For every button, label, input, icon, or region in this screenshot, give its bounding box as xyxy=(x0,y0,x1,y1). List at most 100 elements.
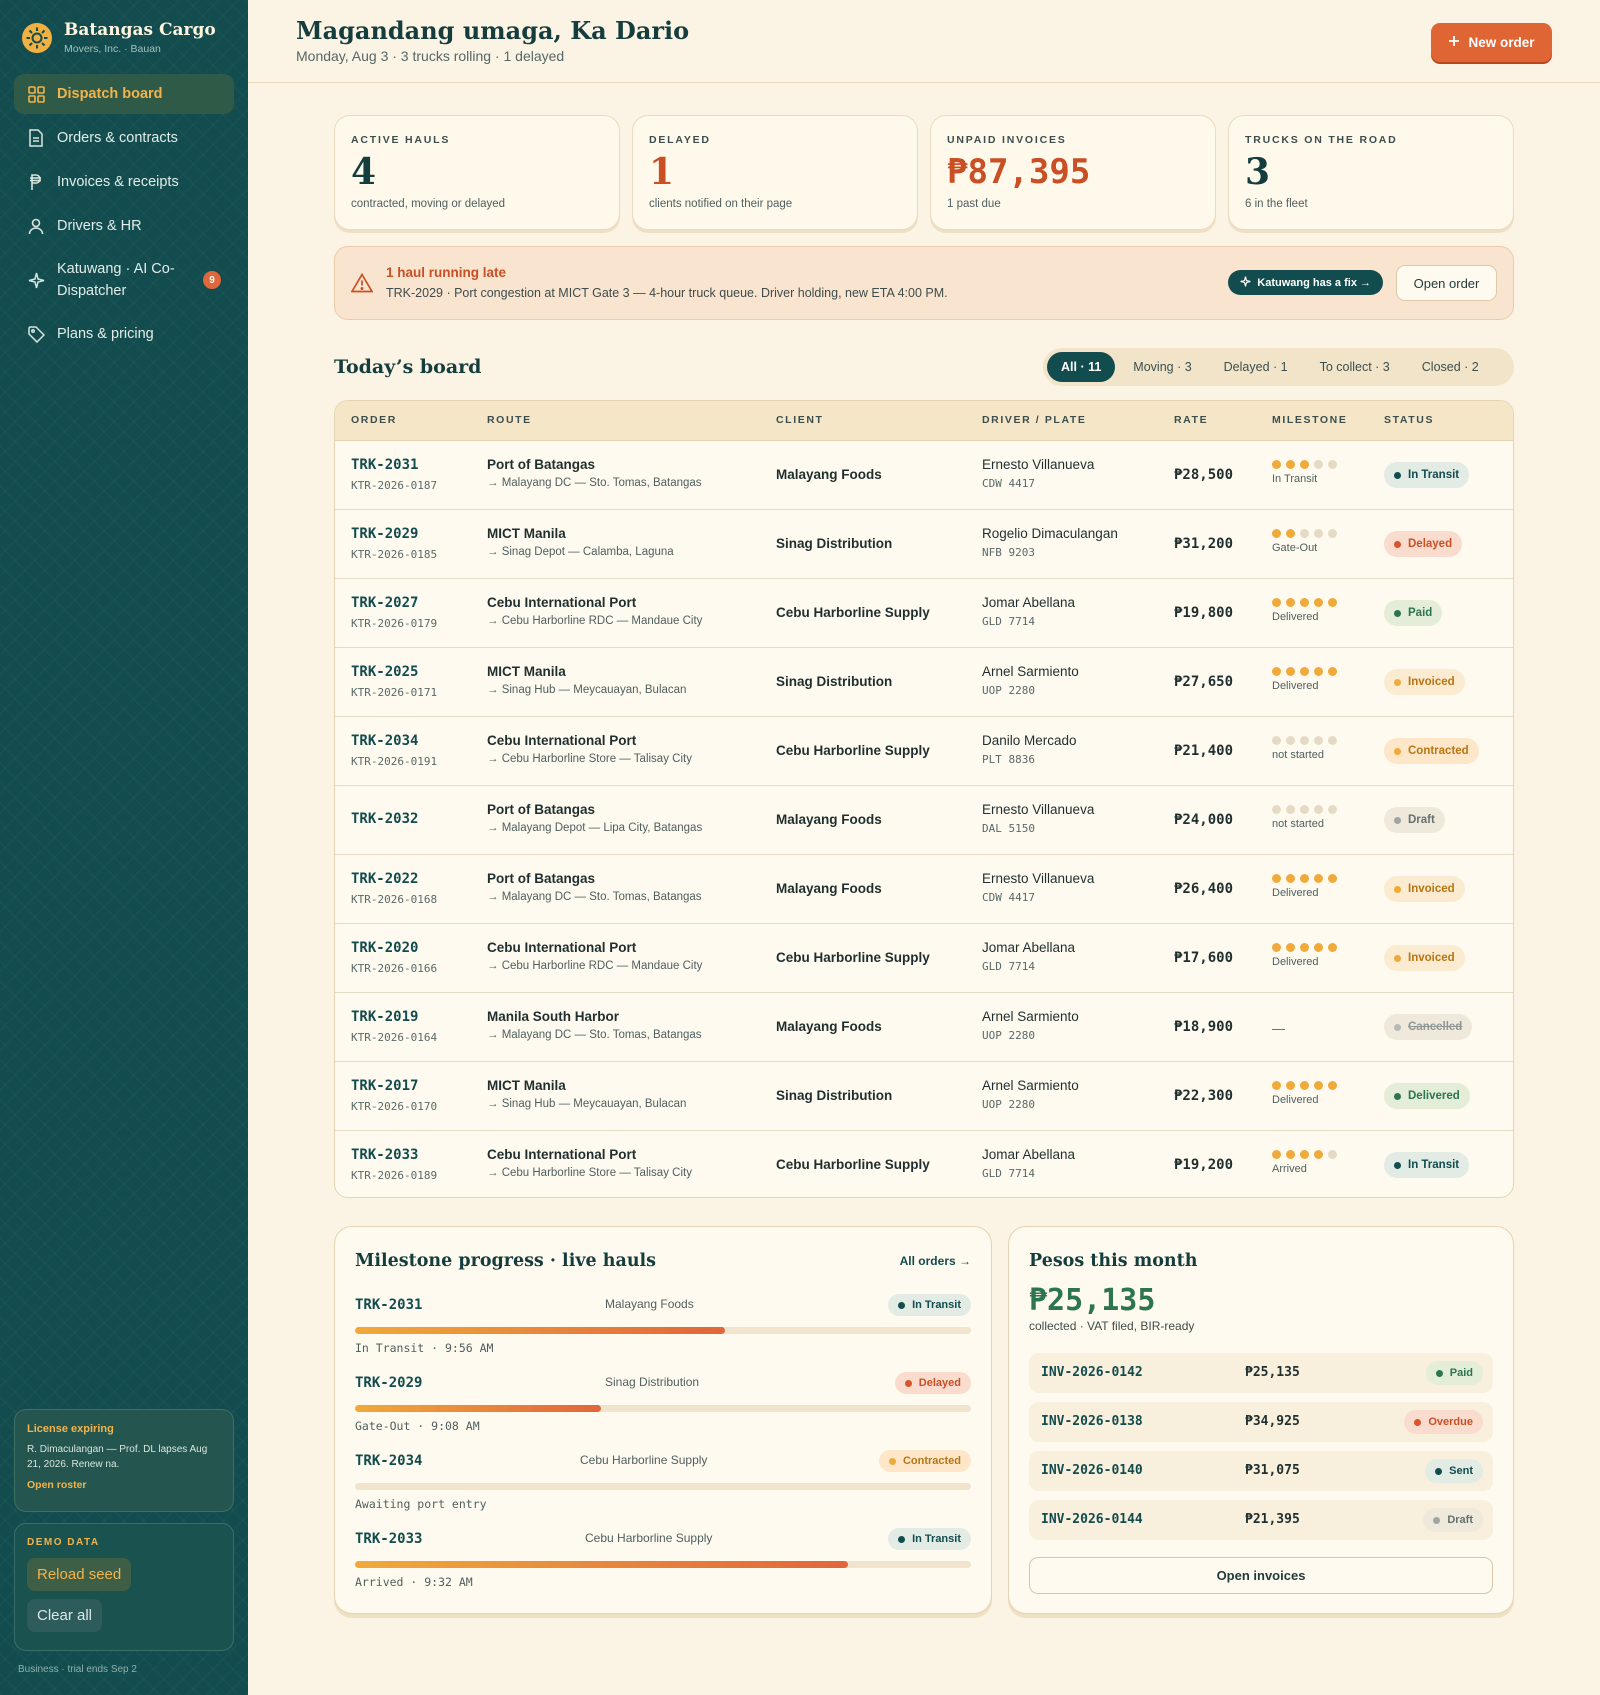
driver-cell: Ernesto Villanueva CDW 4417 xyxy=(982,871,1094,904)
invoice-row[interactable]: INV-2026-0144 ₱21,395 Draft xyxy=(1029,1500,1493,1540)
milestone-label: — xyxy=(1272,1021,1285,1036)
order-cell: TRK-2022 KTR-2026-0168 xyxy=(351,871,437,906)
order-id-link[interactable]: TRK-2025 xyxy=(351,664,437,680)
table-row[interactable]: TRK-2022 KTR-2026-0168 Port of Batangas → M… xyxy=(335,855,1513,924)
sidebar-item-orders[interactable]: Orders & contracts xyxy=(14,118,234,158)
milestone-dot xyxy=(1286,598,1295,607)
open-order-button[interactable]: Open order xyxy=(1396,265,1497,301)
status-dot xyxy=(1435,1369,1443,1377)
sidebar-item-plans[interactable]: Plans & pricing xyxy=(14,314,234,354)
all-orders-link[interactable]: All orders → xyxy=(900,1254,971,1268)
table-row[interactable]: TRK-2025 KTR-2026-0171 MICT Manila → Sinag … xyxy=(335,648,1513,717)
order-id-link[interactable]: TRK-2034 xyxy=(351,733,437,749)
milestone-dot xyxy=(1314,529,1323,538)
filter-to-collect[interactable]: To collect · 3 xyxy=(1306,352,1404,382)
milestone-label: Delivered xyxy=(1272,611,1319,623)
client-name: Cebu Harborline Supply xyxy=(580,1453,708,1467)
rate-value: ₱19,200 xyxy=(1174,1157,1234,1173)
milestone-item[interactable]: TRK-2034 Cebu Harborline Supply Contracted… xyxy=(355,1450,971,1523)
new-order-button[interactable]: New order xyxy=(1431,23,1552,62)
table-row[interactable]: TRK-2019 KTR-2026-0164 Manila South Harbor… xyxy=(335,993,1513,1062)
table-header: ORDER ROUTE CLIENT DRIVER / PLATE RATE M… xyxy=(335,401,1513,441)
clear-all-button[interactable]: Clear all xyxy=(27,1599,103,1632)
invoice-row[interactable]: INV-2026-0140 ₱31,075 Sent xyxy=(1029,1451,1493,1491)
filter-delayed[interactable]: Delayed · 1 xyxy=(1210,352,1302,382)
milestone-dot xyxy=(1328,667,1337,676)
milestone-label: Gate-Out xyxy=(1272,542,1318,554)
sidebar-item-dispatch-board[interactable]: Dispatch board xyxy=(14,74,234,114)
reload-seed-button[interactable]: Reload seed xyxy=(27,1558,132,1591)
milestone-cell: not started xyxy=(1272,736,1337,761)
contract-number: KTR-2026-0189 xyxy=(351,1169,438,1182)
plate-number: PLT 8836 xyxy=(982,753,1035,766)
order-id-link[interactable]: TRK-2020 xyxy=(351,940,437,956)
order-id-link[interactable]: TRK-2019 xyxy=(351,1009,437,1025)
route-destination: → Cebu Harborline RDC — Mandaue City xyxy=(487,960,703,972)
order-id-link[interactable]: TRK-2022 xyxy=(351,871,437,887)
rate-value: ₱21,400 xyxy=(1174,743,1234,759)
order-id-link[interactable]: TRK-2031 xyxy=(355,1297,422,1313)
status-badge: Contracted xyxy=(1384,738,1479,764)
order-id-link[interactable]: TRK-2034 xyxy=(355,1453,422,1469)
milestone-item[interactable]: TRK-2033 Cebu Harborline Supply In Transit… xyxy=(355,1528,971,1601)
kpi-delayed: DELAYED 1 clients notified on their page xyxy=(632,115,918,230)
brand[interactable]: Batangas Cargo Movers, Inc. · Bauan xyxy=(22,20,216,55)
invoice-id: INV-2026-0144 xyxy=(1041,1512,1143,1527)
milestone-dot xyxy=(1272,598,1281,607)
status-cell: Contracted xyxy=(1384,738,1479,764)
driver-name: Arnel Sarmiento xyxy=(982,664,1079,679)
filter-all[interactable]: All · 11 xyxy=(1047,352,1116,382)
user-icon xyxy=(27,217,45,235)
table-row[interactable]: TRK-2017 KTR-2026-0170 MICT Manila → Sinag … xyxy=(335,1062,1513,1131)
client-name: Malayang Foods xyxy=(776,812,882,827)
sidebar-item-invoices[interactable]: Invoices & receipts xyxy=(14,162,234,202)
route-destination: → Cebu Harborline RDC — Mandaue City xyxy=(487,615,703,627)
status-dot xyxy=(1394,1092,1401,1100)
katuwang-fix-button[interactable]: Katuwang has a fix → xyxy=(1228,270,1383,295)
column-header: ROUTE xyxy=(487,414,532,426)
order-id-link[interactable]: TRK-2029 xyxy=(355,1375,422,1391)
milestone-dot xyxy=(1286,805,1295,814)
table-row[interactable]: TRK-2029 KTR-2026-0185 MICT Manila → Sinag … xyxy=(335,510,1513,579)
table-row[interactable]: TRK-2031 KTR-2026-0187 Port of Batangas → M… xyxy=(335,441,1513,510)
table-row[interactable]: TRK-2032 Port of Batangas → Malayang Depot… xyxy=(335,786,1513,855)
filter-moving[interactable]: Moving · 3 xyxy=(1119,352,1205,382)
rate-value: ₱19,800 xyxy=(1174,605,1234,621)
column-header: ORDER xyxy=(351,414,397,426)
order-id-link[interactable]: TRK-2033 xyxy=(355,1531,422,1547)
rate-value: ₱24,000 xyxy=(1174,812,1234,828)
invoice-amount: ₱31,075 xyxy=(1245,1463,1300,1478)
sidebar-nav: Dispatch board Orders & contracts Invoic… xyxy=(14,74,234,358)
order-id-link[interactable]: TRK-2027 xyxy=(351,595,437,611)
status-dot xyxy=(1433,1516,1441,1524)
open-roster-link[interactable]: Open roster xyxy=(27,1479,221,1491)
order-id-link[interactable]: TRK-2017 xyxy=(351,1078,437,1094)
status-cell: Delivered xyxy=(1384,1083,1470,1109)
table-row[interactable]: TRK-2033 KTR-2026-0189 Cebu International … xyxy=(335,1131,1513,1197)
table-row[interactable]: TRK-2027 KTR-2026-0179 Cebu International … xyxy=(335,579,1513,648)
invoice-amount: ₱21,395 xyxy=(1245,1512,1300,1527)
milestone-item[interactable]: TRK-2031 Malayang Foods In Transit In Trans… xyxy=(355,1294,971,1367)
milestone-item[interactable]: TRK-2029 Sinag Distribution Delayed Gate-Ou… xyxy=(355,1372,971,1445)
brand-name: Batangas Cargo xyxy=(64,20,216,40)
status-dot xyxy=(1394,1161,1401,1169)
table-row[interactable]: TRK-2020 KTR-2026-0166 Cebu International … xyxy=(335,924,1513,993)
driver-cell: Ernesto Villanueva CDW 4417 xyxy=(982,457,1094,490)
sidebar-item-drivers[interactable]: Drivers & HR xyxy=(14,206,234,246)
table-row[interactable]: TRK-2034 KTR-2026-0191 Cebu International … xyxy=(335,717,1513,786)
order-id-link[interactable]: TRK-2029 xyxy=(351,526,437,542)
status-dot xyxy=(1394,609,1401,617)
document-icon xyxy=(27,129,45,147)
order-id-link[interactable]: TRK-2032 xyxy=(351,811,418,827)
open-invoices-button[interactable]: Open invoices xyxy=(1029,1557,1493,1594)
order-cell: TRK-2019 KTR-2026-0164 xyxy=(351,1009,437,1044)
milestone-note: Gate-Out · 9:08 AM xyxy=(355,1419,480,1433)
invoice-row[interactable]: INV-2026-0142 ₱25,135 Paid xyxy=(1029,1353,1493,1393)
status-dot xyxy=(1394,885,1401,893)
progress-fill xyxy=(355,1327,725,1334)
order-id-link[interactable]: TRK-2031 xyxy=(351,457,437,473)
order-id-link[interactable]: TRK-2033 xyxy=(351,1147,437,1163)
filter-closed[interactable]: Closed · 2 xyxy=(1408,352,1493,382)
invoice-row[interactable]: INV-2026-0138 ₱34,925 Overdue xyxy=(1029,1402,1493,1442)
sidebar-item-katuwang[interactable]: Katuwang · AI Co-Dispatcher 9 xyxy=(14,250,234,310)
